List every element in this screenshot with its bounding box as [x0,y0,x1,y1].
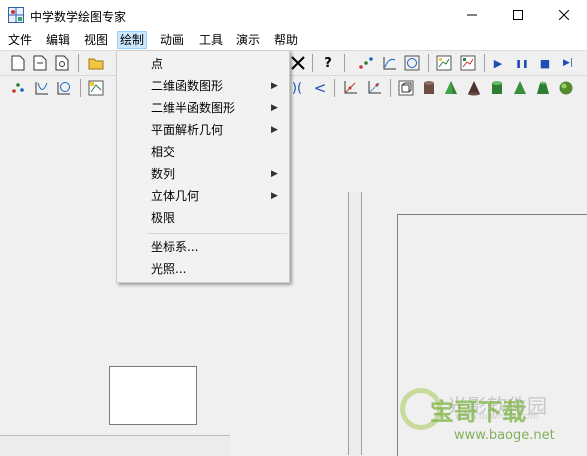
close-button[interactable] [541,0,587,30]
chart-edit-icon[interactable] [460,55,476,71]
preview-box [109,366,197,425]
help-question-icon[interactable]: ? [320,55,336,71]
plot-icon[interactable] [88,80,104,96]
menu-edit[interactable]: 编辑 [44,32,72,49]
toolbar-main: ? ▶ ❚❚ ■ ▶| [0,51,587,76]
cylinder-icon[interactable] [421,80,437,96]
toolbar-separator [80,79,81,97]
minimize-button[interactable] [449,0,495,30]
menu-animate[interactable]: 动画 [158,32,186,49]
watermark-site-name: 宝哥下载 [430,398,526,426]
delete-x-icon[interactable] [290,55,306,71]
axes-icon[interactable] [342,80,358,96]
new-page-icon[interactable] [32,55,48,71]
submenu-arrow-icon: ▶ [271,103,278,113]
menu-separator [147,233,287,234]
app-icon [8,7,24,23]
circle-refresh-icon[interactable] [404,55,420,71]
toolbar-drawing: )( < [0,76,587,101]
menu-item-coordinate-system[interactable]: 坐标系... [117,236,289,258]
points-icon[interactable] [358,55,374,71]
menu-item-lighting[interactable]: 光照... [117,258,289,280]
function-curve-icon[interactable] [34,80,50,96]
menu-item-2d-function[interactable]: 二维函数图形 ▶ [117,75,289,97]
menu-bar: 文件 编辑 视图 绘制 动画 工具 演示 帮助 [0,30,587,51]
menu-help[interactable]: 帮助 [272,32,300,49]
toolbar-separator [428,54,429,72]
menu-item-2-5d-function[interactable]: 二维半函数图形 ▶ [117,97,289,119]
submenu-arrow-icon: ▶ [271,191,278,201]
splitter-bar[interactable] [348,192,362,455]
toolbar-separator [334,79,335,97]
menu-demo[interactable]: 演示 [234,32,262,49]
menu-draw[interactable]: 绘制 [117,31,148,49]
play-icon[interactable]: ▶ [490,55,506,71]
copy-page-icon[interactable] [54,55,70,71]
new-file-icon[interactable] [10,55,26,71]
menu-tools[interactable]: 工具 [197,32,225,49]
title-bar: 中学数学绘图专家 [0,0,587,30]
box-icon[interactable] [398,80,414,96]
toolbar-separator [390,79,391,97]
frustum-icon[interactable] [535,80,551,96]
menu-file[interactable]: 文件 [6,32,34,49]
angle-icon[interactable]: < [312,79,328,97]
menu-item-analytic-geometry[interactable]: 平面解析几何 ▶ [117,119,289,141]
menu-item-point[interactable]: 点 [117,53,289,75]
graph-refresh-icon[interactable] [382,55,398,71]
watermark-url: www.baoge.net [454,428,555,443]
toolbar-separator [484,54,485,72]
stop-icon[interactable]: ■ [537,55,553,71]
chart-icon[interactable] [436,55,452,71]
open-folder-icon[interactable] [88,55,104,71]
scatter-icon[interactable] [10,80,26,96]
toolbar-separator [78,54,79,72]
submenu-arrow-icon: ▶ [271,169,278,179]
menu-view[interactable]: 视图 [82,32,110,49]
toolbar-separator [344,54,345,72]
submenu-arrow-icon: ▶ [271,125,278,135]
sphere-icon[interactable] [558,80,574,96]
axes-points-icon[interactable] [366,80,382,96]
pyramid-icon[interactable] [443,80,459,96]
prism-icon[interactable] [489,80,505,96]
menu-item-sequence[interactable]: 数列 ▶ [117,163,289,185]
draw-menu-dropdown: 点 二维函数图形 ▶ 二维半函数图形 ▶ 平面解析几何 ▶ 相交 数列 ▶ 立体… [116,50,290,283]
hyperbola-icon[interactable]: )( [289,80,305,96]
status-bar [0,435,230,456]
circle-curve-icon[interactable] [56,80,72,96]
cone-icon[interactable] [466,80,482,96]
menu-item-intersect[interactable]: 相交 [117,141,289,163]
triangle-prism-icon[interactable] [512,80,528,96]
submenu-arrow-icon: ▶ [271,81,278,91]
menu-item-limit[interactable]: 极限 [117,207,289,229]
step-icon[interactable]: ▶| [560,55,576,71]
menu-item-solid-geometry[interactable]: 立体几何 ▶ [117,185,289,207]
pause-icon[interactable]: ❚❚ [514,55,530,71]
maximize-button[interactable] [495,0,541,30]
toolbar-separator [312,54,313,72]
window-title: 中学数学绘图专家 [30,10,127,24]
